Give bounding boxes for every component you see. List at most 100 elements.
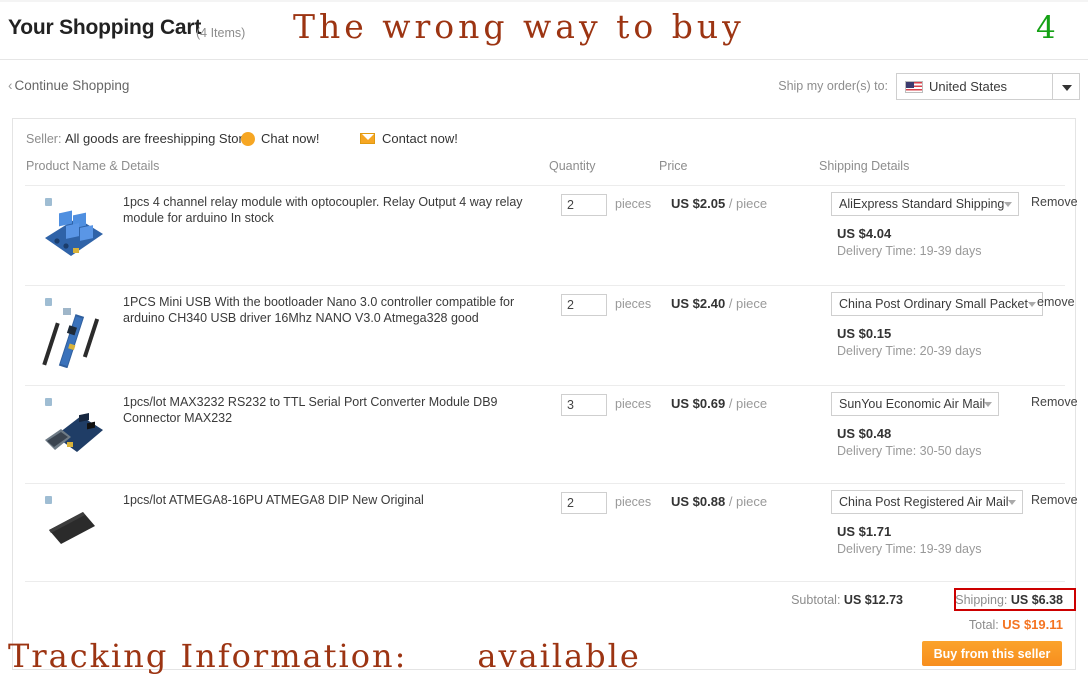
buy-from-this-seller-button[interactable]: Buy from this seller [922,641,1062,666]
chat-bubble-icon [241,132,255,146]
unit-price: US $0.88 / piece [671,494,767,509]
delivery-time: Delivery Time: 20-39 days [837,344,982,358]
delivery-time: Delivery Time: 19-39 days [837,244,982,258]
thumbnail-badge-icon [45,496,52,504]
chevron-down-icon [1008,500,1016,505]
shipping-cost: US $0.15 [837,326,892,341]
annotation-wrong-way-text: The wrong way to buy [293,7,745,46]
quantity-unit: pieces [615,197,652,211]
shopping-cart-page: Your Shopping Cart (4 Items) The wrong w… [0,0,1088,696]
quantity-input[interactable]: 2 [561,492,607,514]
contact-now-button[interactable]: Contact now! [360,131,458,146]
contact-now-label: Contact now! [382,131,458,146]
us-flag-icon [905,81,923,93]
product-name[interactable]: 1pcs/lot MAX3232 RS232 to TTL Serial Por… [123,394,523,426]
shipping-cost: US $0.48 [837,426,892,441]
cart-card: Seller: All goods are freeshipping Store… [12,118,1078,670]
grand-total-label: Total: [968,618,999,632]
shipping-method-value: China Post Ordinary Small Packet [839,297,1028,311]
product-name[interactable]: 1PCS Mini USB With the bootloader Nano 3… [123,294,523,326]
grand-total: Total: US $19.11 [969,617,1063,632]
thumbnail-badge-icon [45,398,52,406]
shipping-cost: US $1.71 [837,524,892,539]
chevron-left-icon: ‹ [8,78,13,93]
delivery-time: Delivery Time: 19-39 days [837,542,982,556]
quantity-unit: pieces [615,397,652,411]
unit-price: US $0.69 / piece [671,396,767,411]
unit-price-suffix: / piece [728,196,768,211]
column-header-product: Product Name & Details [26,159,160,173]
grand-total-value: US $19.11 [1002,617,1063,632]
seller-name[interactable]: All goods are freeshipping Store [65,131,250,146]
table-row: 1pcs/lot MAX3232 RS232 to TTL Serial Por… [25,386,1078,484]
quantity-input[interactable]: 3 [561,394,607,416]
thumbnail-badge-icon [45,298,52,306]
subtotal-value: US $12.73 [843,593,903,607]
continue-shopping-label: Continue Shopping [14,78,130,93]
delivery-time: Delivery Time: 30-50 days [837,444,982,458]
country-select[interactable]: United States [896,73,1080,100]
annotation-shipping-highlight-box [954,588,1076,611]
annotation-tracking-value: available [477,637,641,675]
table-row: 1PCS Mini USB With the bootloader Nano 3… [25,286,1075,386]
arduino-nano-thumbnail[interactable] [37,296,109,368]
seller-row: Seller: All goods are freeshipping Store… [13,119,1075,159]
subtotal: Subtotal: US $12.73 [791,593,903,607]
remove-item-button[interactable]: Remove [1031,395,1078,409]
quantity-input[interactable]: 2 [561,294,607,316]
shipping-method-select[interactable]: China Post Ordinary Small Packet [831,292,1043,316]
chevron-down-icon [984,402,992,407]
quantity-input[interactable]: 2 [561,194,607,216]
unit-price-suffix: / piece [728,396,768,411]
quantity-unit: pieces [615,495,652,509]
product-image [45,210,103,256]
shipping-method-value: China Post Registered Air Mail [839,495,1009,509]
shipping-method-value: AliExpress Standard Shipping [839,197,1005,211]
unit-price: US $2.40 / piece [671,296,767,311]
unit-price: US $2.05 / piece [671,196,767,211]
column-header-shipping: Shipping Details [819,159,910,173]
relay-module-thumbnail[interactable] [37,196,109,268]
page-title: Your Shopping Cart [8,16,202,39]
annotation-tracking-info: Tracking Information: available [8,637,641,675]
quantity-unit: pieces [615,297,652,311]
unit-price-suffix: / piece [728,296,768,311]
product-name[interactable]: 1pcs 4 channel relay module with optocou… [123,194,523,226]
annotation-tracking-label: Tracking Information: [8,637,408,675]
atmega8-dip-thumbnail[interactable] [37,494,109,566]
shipping-method-select[interactable]: China Post Registered Air Mail [831,490,1023,514]
seller-label: Seller: [26,132,62,146]
unit-price-value: US $2.40 [671,296,726,311]
ship-to-label: Ship my order(s) to: [778,79,888,93]
shipping-method-select[interactable]: SunYou Economic Air Mail [831,392,999,416]
remove-item-button[interactable]: Remove [1031,195,1078,209]
chevron-down-icon[interactable] [1052,74,1079,99]
thumbnail-badge-icon [45,198,52,206]
cart-item-count: (4 Items) [196,26,246,40]
page-header: Your Shopping Cart (4 Items) The wrong w… [0,2,1088,60]
shipping-method-select[interactable]: AliExpress Standard Shipping [831,192,1019,216]
product-name[interactable]: 1pcs/lot ATMEGA8-16PU ATMEGA8 DIP New Or… [123,492,523,508]
unit-price-value: US $0.88 [671,494,726,509]
shipping-method-value: SunYou Economic Air Mail [839,397,986,411]
max3232-module-thumbnail[interactable] [37,396,109,468]
chevron-down-icon [1028,302,1036,307]
shipping-cost: US $4.04 [837,226,892,241]
product-image [45,412,103,452]
product-image [42,308,100,368]
chat-now-button[interactable]: Chat now! [241,131,320,146]
subtotal-label: Subtotal: [791,593,841,607]
country-select-value: United States [929,79,1008,94]
unit-price-value: US $0.69 [671,396,726,411]
table-row: 1pcs/lot ATMEGA8-16PU ATMEGA8 DIP New Or… [25,484,1078,582]
envelope-icon [360,133,375,144]
continue-shopping-link[interactable]: ‹ Continue Shopping [8,78,129,93]
unit-price-suffix: / piece [728,494,768,509]
remove-item-button[interactable]: Remove [1031,493,1078,507]
column-header-quantity: Quantity [549,159,596,173]
unit-price-value: US $2.05 [671,196,726,211]
annotation-step-number: 4 [1036,10,1056,46]
table-row: 1pcs 4 channel relay module with optocou… [25,186,1078,286]
chevron-down-icon [1004,202,1012,207]
remove-item-button[interactable]: emove [1037,295,1075,309]
